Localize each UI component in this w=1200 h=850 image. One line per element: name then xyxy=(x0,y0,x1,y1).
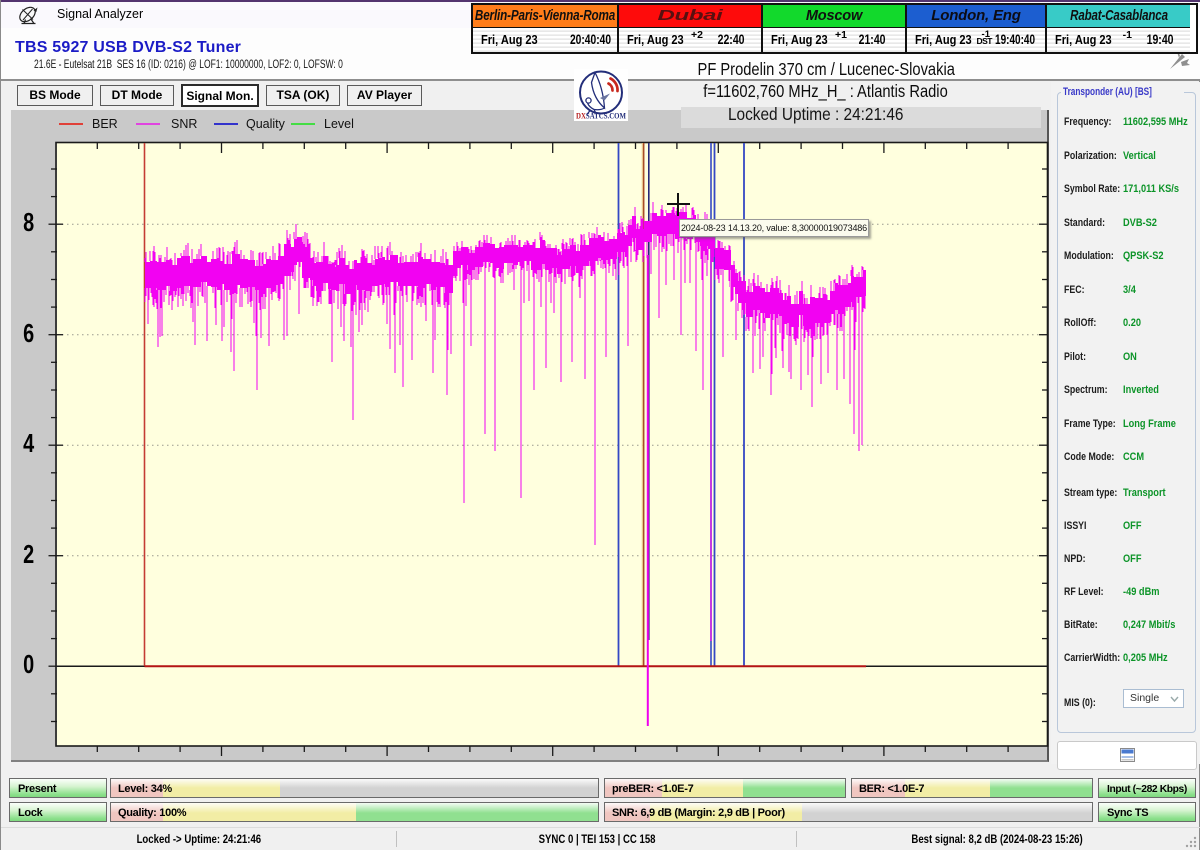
svg-text:DXSATCS.COM: DXSATCS.COM xyxy=(576,111,626,121)
